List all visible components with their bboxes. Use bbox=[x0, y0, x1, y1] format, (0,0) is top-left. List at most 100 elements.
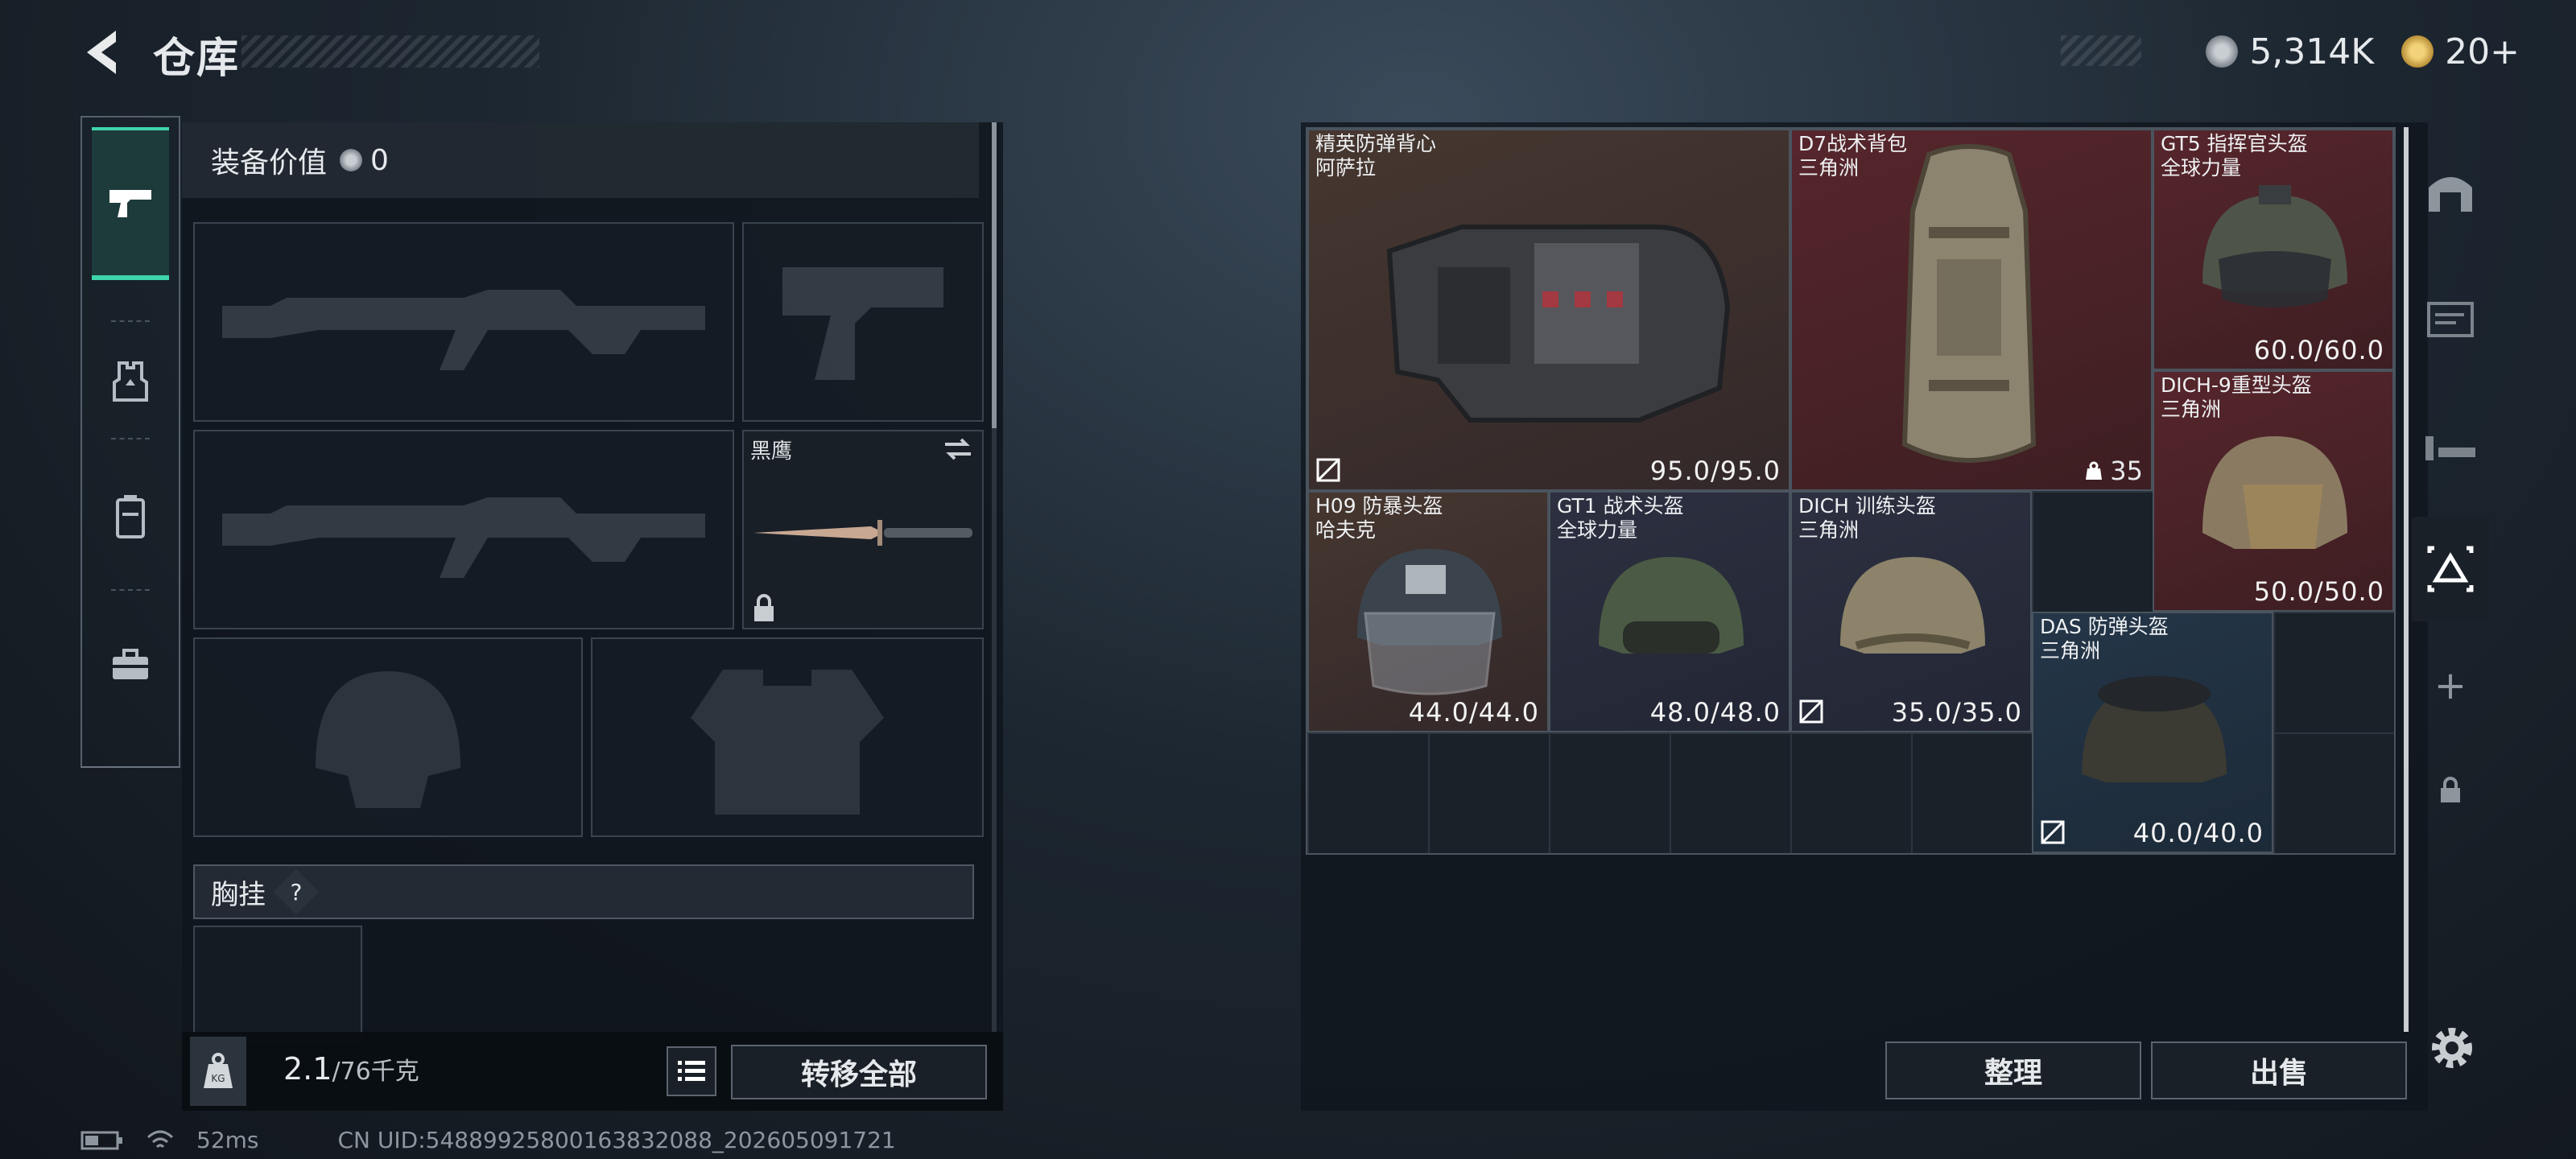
uid-text: CN UID:5488992580016383​2088_20260509172… bbox=[337, 1127, 896, 1153]
currency-decoration bbox=[2061, 35, 2141, 66]
lock-icon bbox=[754, 594, 774, 621]
coin-count: 5,314K bbox=[2249, 31, 2375, 72]
svg-text:KG: KG bbox=[211, 1073, 225, 1084]
wifi-icon bbox=[147, 1130, 174, 1148]
weight-bar: KG 2.1/76千克 转移全部 bbox=[182, 1032, 1003, 1111]
helmet-slot[interactable] bbox=[193, 637, 583, 837]
tab-tactical[interactable] bbox=[2412, 388, 2489, 509]
chest-rig-label: 胸挂 bbox=[211, 878, 266, 911]
currency-bar: 5,314K 20+ bbox=[2206, 23, 2520, 80]
tab-armor[interactable] bbox=[92, 328, 169, 433]
helmet-silhouette-icon bbox=[316, 671, 460, 808]
equipment-value: 0 bbox=[370, 143, 389, 177]
pistol-icon bbox=[109, 190, 151, 217]
tab-weapon-bench[interactable] bbox=[2412, 259, 2489, 380]
secondary-weapon-slot[interactable] bbox=[193, 430, 734, 629]
chest-rig-slot[interactable] bbox=[193, 926, 362, 1041]
item-name: 精英防弹背心 阿萨拉 bbox=[1315, 132, 1437, 179]
home-icon bbox=[2429, 177, 2472, 212]
vest-icon bbox=[113, 361, 148, 402]
helmet-item-icon bbox=[1357, 549, 1502, 695]
armor-slot[interactable] bbox=[591, 637, 984, 837]
storage-icon bbox=[2427, 546, 2474, 592]
lock-icon bbox=[2441, 777, 2460, 802]
item-durability: 44.0/44.0 bbox=[1408, 697, 1539, 728]
weapon-bench-icon bbox=[2427, 302, 2474, 337]
equipment-panel: 装备价值 0 黑鹰 胸挂 ? KG 2.1/76千克 转移全部 bbox=[182, 122, 1003, 1111]
primary-weapon-slot[interactable] bbox=[193, 222, 734, 422]
add-storage-button[interactable]: + bbox=[2412, 645, 2489, 726]
equipment-value-row: 装备价值 0 bbox=[182, 122, 979, 198]
helmet-item-icon bbox=[1840, 557, 1985, 654]
no-repair-icon bbox=[1316, 458, 1340, 482]
item-durability: 48.0/48.0 bbox=[1649, 697, 1781, 728]
weight-max: /76千克 bbox=[332, 1058, 419, 1086]
stash-item-dich-helmet[interactable]: DICH 训练头盔 三角洲 35.0/35.0 bbox=[1790, 491, 2032, 732]
stash-item-gt1-helmet[interactable]: GT1 战术头盔 全球力量 48.0/48.0 bbox=[1549, 491, 1790, 732]
tab-weapons[interactable] bbox=[92, 127, 169, 280]
sort-button[interactable]: 整理 bbox=[1885, 1041, 2141, 1099]
page-title: 仓库 bbox=[153, 35, 241, 83]
no-repair-icon bbox=[1799, 699, 1823, 724]
list-view-button[interactable] bbox=[667, 1046, 716, 1096]
helmet-item-icon bbox=[1599, 557, 1744, 654]
stash-item-backpack[interactable]: D7战术背包 三角洲 35 bbox=[1790, 129, 2153, 491]
pistol-silhouette-icon bbox=[782, 267, 943, 380]
item-durability: 50.0/50.0 bbox=[2253, 576, 2384, 607]
back-icon[interactable] bbox=[80, 27, 126, 77]
rifle-silhouette-icon bbox=[222, 290, 705, 370]
item-durability: 35.0/35.0 bbox=[1891, 697, 2022, 728]
sell-button[interactable]: 出售 bbox=[2151, 1041, 2407, 1099]
stash-item-vest[interactable]: 精英防弹背心 阿萨拉 95.0/95.0 bbox=[1307, 129, 1790, 491]
swap-icon[interactable] bbox=[942, 435, 974, 464]
equipment-scroll-thumb[interactable] bbox=[992, 122, 997, 428]
category-nav bbox=[80, 116, 180, 768]
tactical-icon bbox=[2425, 436, 2475, 460]
vest-item-icon bbox=[1386, 225, 1731, 423]
stash-scrollbar[interactable] bbox=[2404, 127, 2409, 1032]
melee-name: 黑鹰 bbox=[750, 439, 793, 464]
stash-item-gt5-helmet[interactable]: GT5 指挥官头盔 全球力量 60.0/60.0 bbox=[2153, 129, 2394, 370]
status-footer: 52ms CN UID:5488992580016383​2088_202605… bbox=[80, 1127, 896, 1153]
rifle-silhouette-icon bbox=[222, 497, 705, 578]
ticket-icon bbox=[2401, 35, 2434, 68]
locked-storage-tab[interactable] bbox=[2412, 758, 2489, 823]
help-icon[interactable]: ? bbox=[273, 868, 320, 915]
storage-nav: + bbox=[2412, 122, 2489, 847]
item-durability: 95.0/95.0 bbox=[1649, 456, 1781, 486]
tab-rig[interactable] bbox=[92, 448, 169, 584]
plus-icon: + bbox=[2434, 663, 2467, 708]
silver-coin-icon bbox=[340, 149, 363, 171]
title-decoration bbox=[242, 35, 539, 68]
stash-item-dich9-helmet[interactable]: DICH-9重型头盔 三角洲 50.0/50.0 bbox=[2153, 370, 2394, 612]
pistol-slot[interactable] bbox=[742, 222, 984, 422]
ping-value: 52ms bbox=[196, 1127, 259, 1153]
stash-item-h09-helmet[interactable]: H09 防暴头盔 哈夫克 44.0/44.0 bbox=[1307, 491, 1549, 732]
melee-slot[interactable]: 黑鹰 bbox=[742, 430, 984, 629]
transfer-all-button[interactable]: 转移全部 bbox=[731, 1045, 987, 1099]
vest-silhouette-icon bbox=[691, 670, 884, 815]
helmet-item-icon bbox=[2202, 185, 2347, 307]
rig-icon bbox=[116, 495, 145, 538]
nav-divider bbox=[111, 320, 150, 322]
stash-item-das-helmet[interactable]: DAS 防弹头盔 三角洲 40.0/40.0 bbox=[2032, 612, 2273, 853]
no-repair-icon bbox=[2041, 820, 2065, 844]
silver-coin-icon bbox=[2206, 35, 2239, 68]
item-durability: 40.0/40.0 bbox=[2132, 818, 2264, 848]
helmet-item-icon bbox=[2202, 436, 2347, 549]
item-durability: 60.0/60.0 bbox=[2253, 335, 2384, 365]
settings-icon[interactable] bbox=[2426, 1022, 2478, 1074]
chest-rig-header: 胸挂 ? bbox=[193, 864, 974, 919]
briefcase-icon bbox=[113, 649, 148, 679]
stash-grid: 精英防弹背心 阿萨拉 95.0/95.0 D7战术背包 三角洲 35 GT5 指… bbox=[1306, 127, 2396, 855]
bag-icon bbox=[2086, 461, 2103, 480]
tab-storage[interactable] bbox=[2412, 517, 2489, 621]
tab-home-storage[interactable] bbox=[2412, 130, 2489, 251]
weight-readout: 2.1/76千克 bbox=[283, 1051, 419, 1087]
knife-icon bbox=[753, 520, 972, 546]
tab-case[interactable] bbox=[92, 600, 169, 729]
battery-icon bbox=[80, 1131, 122, 1149]
helmet-item-icon bbox=[2082, 676, 2227, 782]
nav-divider bbox=[111, 589, 150, 591]
ticket-count: 20+ bbox=[2445, 31, 2520, 72]
